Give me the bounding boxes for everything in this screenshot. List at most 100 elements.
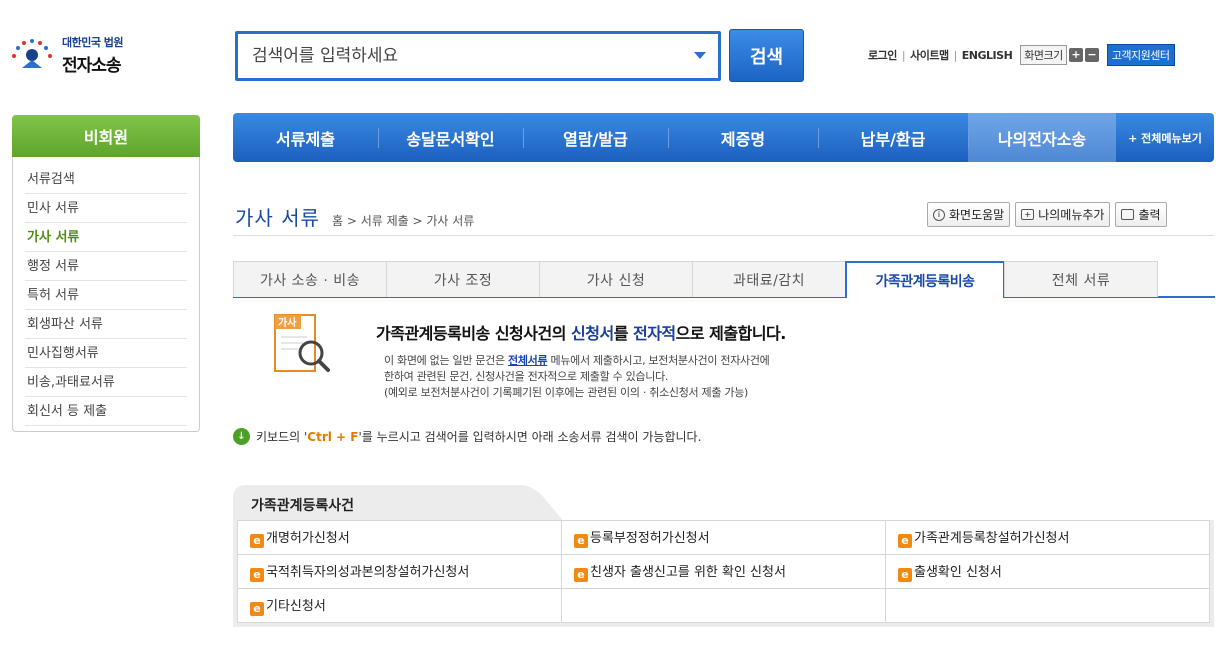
help-button[interactable]: i 화면도움말 [927,202,1011,227]
doc-link[interactable]: e 등록부정정허가신청서 [561,520,886,555]
court-emblem-icon [12,39,52,68]
e-doc-icon: e [250,534,264,548]
tab-fine-detention[interactable]: 과태료/감치 [692,261,846,297]
sidebar-item-reply[interactable]: 회신서 등 제출 [25,397,187,426]
tab-all-docs[interactable]: 전체 서류 [1004,261,1158,297]
separator: | [901,48,906,62]
doc-link[interactable]: e 개명허가신청서 [237,520,562,555]
e-doc-icon: e [574,534,588,548]
nav-certificates[interactable]: 제증명 [668,113,818,162]
doc-link[interactable]: e 출생확인 신청서 [885,554,1210,589]
sidebar-item-civil[interactable]: 민사 서류 [25,194,187,223]
all-docs-link[interactable]: 전체서류 [508,354,548,367]
family-registration-section: 가족관계등록사건 e 개명허가신청서 e 등록부정정허가신청서 e 가족관계등록창설허… [233,485,1214,627]
doc-label: 개명허가신청서 [266,531,350,546]
nav-my-litigation[interactable]: 나의전자소송 [968,113,1116,162]
page-tools: i 화면도움말 + 나의메뉴추가 출력 [927,202,1167,227]
intro-head-part: 를 [613,324,633,343]
nav-payment[interactable]: 납부/환급 [818,113,968,162]
breadcrumb: 홈 > 서류 제출 > 가사 서류 [331,214,475,228]
sidebar-item-nonlitigation[interactable]: 비송,과태료서류 [25,368,187,397]
intro-text: (예외로 보전처분사건이 기록폐기된 이후에는 관련된 이의 · 취소신청서 제… [384,386,749,399]
sitemap-link[interactable]: 사이트맵 [910,47,949,63]
intro-head-highlight: 신청서 [571,324,614,343]
login-link[interactable]: 로그인 [868,47,897,63]
table-row: e 개명허가신청서 e 등록부정정허가신청서 e 가족관계등록창설허가신청서 [237,520,1210,555]
add-menu-button[interactable]: + 나의메뉴추가 [1015,202,1111,227]
page-header: 가사 서류 홈 > 서류 제출 > 가사 서류 [235,202,474,231]
intro-heading: 가족관계등록비송 신청사건의 신청서를 전자적으로 제출합니다. [376,320,786,344]
english-link[interactable]: ENGLISH [962,49,1013,62]
tab-family-mediation[interactable]: 가사 조정 [386,261,540,297]
section-title: 가족관계등록사건 [251,498,355,514]
support-center-link[interactable]: 고객지원센터 [1106,44,1175,66]
intro-head-highlight: 전자적 [632,324,676,343]
empty-cell [561,588,886,623]
sidebar: 비회원 서류검색 민사 서류 가사 서류 행정 서류 특허 서류 회생파산 서류… [12,115,200,432]
sidebar-item-bankruptcy[interactable]: 회생파산 서류 [25,310,187,339]
doc-link[interactable]: e 친생자 출생신고를 위한 확인 신청서 [561,554,886,589]
hint-text: 키보드의 ' [256,430,308,444]
help-label: 화면도움말 [949,208,1005,222]
document-table: e 개명허가신청서 e 등록부정정허가신청서 e 가족관계등록창설허가신청서 e 국적취… [237,520,1210,623]
hint-text: '를 누르시고 검색어를 입력하시면 아래 소송서류 검색이 가능합니다. [358,430,702,444]
e-doc-icon: e [898,534,912,548]
table-row: e 기타신청서 [237,588,1210,623]
search-button[interactable]: 검색 [729,29,804,82]
doc-tabs: 가사 소송 · 비송 가사 조정 가사 신청 과태료/감치 가족관계등록비송 전… [233,261,1158,298]
search-input[interactable] [238,34,658,78]
e-doc-icon: e [250,568,264,582]
nav-submit-docs[interactable]: 서류제출 [233,113,378,162]
doc-label: 기타신청서 [266,599,326,614]
tab-family-application[interactable]: 가사 신청 [539,261,693,297]
arrow-down-circle-icon: ↓ [233,428,250,445]
nav-all-menu[interactable]: + 전체메뉴보기 [1116,113,1214,162]
zoom-out-button[interactable]: − [1084,48,1099,62]
sidebar-item-patent[interactable]: 특허 서류 [25,281,187,310]
nav-delivery-check[interactable]: 송달문서확인 [378,113,523,162]
sidebar-item-execution[interactable]: 민사집행서류 [25,339,187,368]
print-button[interactable]: 출력 [1115,202,1167,227]
sidebar-header: 비회원 [12,115,200,157]
utility-links: 로그인 | 사이트맵 | ENGLISH 화면크기 + − 고객지원센터 [868,44,1175,66]
doc-label: 친생자 출생신고를 위한 확인 신청서 [590,565,786,580]
document-search-icon: 가사 [274,314,330,372]
tab-family-registration[interactable]: 가족관계등록비송 [845,261,1005,298]
e-doc-icon: e [574,568,588,582]
zoom-in-button[interactable]: + [1068,48,1083,62]
zoom-label: 화면크기 [1020,45,1067,65]
intro-text: 이 화면에 없는 일반 문건은 [384,354,509,367]
info-icon: i [933,208,945,221]
intro-head-part: 으로 제출합니다. [675,324,787,343]
intro-text: 메뉴에서 제출하시고, 보전처분사건이 전자사건에 [547,354,770,367]
sidebar-item-family[interactable]: 가사 서류 [25,223,187,252]
intro-head-part: 가족관계등록비송 신청사건의 [376,324,572,343]
empty-cell [885,588,1210,623]
folder-plus-icon: + [1021,209,1035,220]
court-logo[interactable]: 대한민국 법원 전자소송 [8,34,124,76]
add-menu-label: 나의메뉴추가 [1038,208,1105,222]
printer-icon [1121,209,1135,220]
dropdown-arrow-icon[interactable] [694,52,706,59]
e-doc-icon: e [898,568,912,582]
logo-line2: 전자소송 [62,56,122,76]
page-title: 가사 서류 [235,206,320,230]
doc-label: 출생확인 신청서 [914,565,1002,580]
print-label: 출력 [1138,208,1161,222]
search-box [235,31,721,81]
divider [233,235,1214,236]
e-doc-icon: e [250,602,264,616]
intro-icon-label: 가사 [278,316,297,329]
nav-view-issue[interactable]: 열람/발급 [523,113,668,162]
separator: | [953,48,958,62]
sidebar-item-admin[interactable]: 행정 서류 [25,252,187,281]
doc-label: 가족관계등록창설허가신청서 [914,531,1070,546]
doc-label: 국적취득자의성과본의창설허가신청서 [266,565,470,580]
table-row: e 국적취득자의성과본의창설허가신청서 e 친생자 출생신고를 위한 확인 신청서 … [237,554,1210,589]
doc-link[interactable]: e 기타신청서 [237,588,562,623]
doc-link[interactable]: e 국적취득자의성과본의창설허가신청서 [237,554,562,589]
tab-family-litigation[interactable]: 가사 소송 · 비송 [233,261,387,297]
doc-link[interactable]: e 가족관계등록창설허가신청서 [885,520,1210,555]
hint-key: Ctrl + F [307,430,359,444]
sidebar-item-search[interactable]: 서류검색 [25,165,187,194]
